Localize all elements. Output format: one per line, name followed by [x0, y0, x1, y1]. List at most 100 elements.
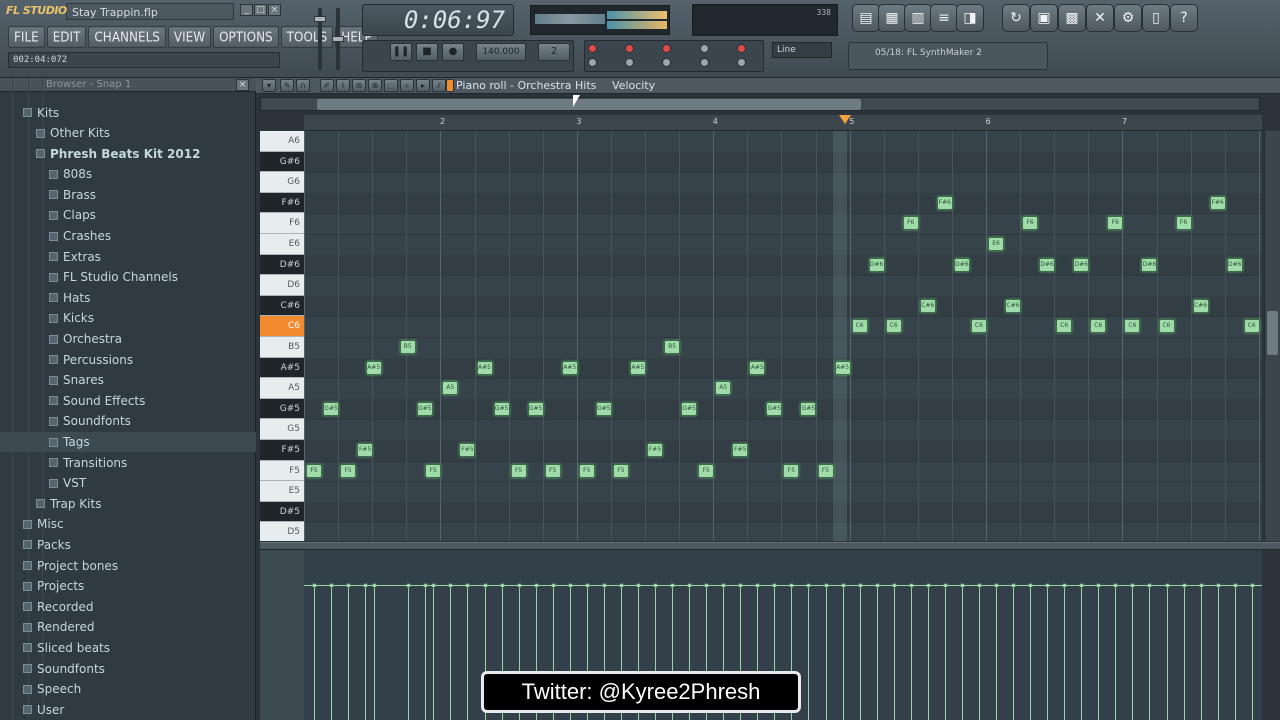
piano-key-fsharp5[interactable]: F#5: [260, 440, 304, 461]
time-ruler[interactable]: 234567: [304, 115, 1262, 131]
zoom-tool-icon[interactable]: ⌕: [400, 79, 414, 92]
velocity-bar[interactable]: [927, 586, 929, 720]
note-f5[interactable]: F5: [340, 463, 357, 478]
piano-key-g6[interactable]: G6: [260, 172, 304, 193]
tempo-display[interactable]: 140.000: [476, 43, 526, 61]
browser-item-vst[interactable]: VST: [0, 473, 256, 494]
note-c6[interactable]: C6: [1090, 319, 1107, 334]
browser-item-extras[interactable]: Extras: [0, 246, 256, 267]
note-c6[interactable]: C6: [1056, 319, 1073, 334]
menu-edit[interactable]: EDIT: [46, 26, 87, 48]
note-f5[interactable]: F5: [783, 463, 800, 478]
velocity-bar[interactable]: [1030, 586, 1032, 720]
maximize-button[interactable]: □: [254, 4, 267, 16]
piano-roll-arrow-icon[interactable]: [446, 79, 454, 92]
playlist-icon[interactable]: ▤: [852, 4, 880, 32]
option-led-4[interactable]: [625, 58, 634, 67]
note-c6[interactable]: C6: [885, 319, 902, 334]
browser-item-recorded[interactable]: Recorded: [0, 596, 256, 617]
browser-item-claps[interactable]: Claps: [0, 205, 256, 226]
note-asharp5[interactable]: A#5: [834, 360, 851, 375]
velocity-bar[interactable]: [978, 586, 980, 720]
browser-item-kits[interactable]: Kits: [0, 102, 256, 123]
piano-key-e6[interactable]: E6: [260, 234, 304, 255]
note-asharp5[interactable]: A#5: [629, 360, 646, 375]
velocity-bar[interactable]: [348, 586, 350, 720]
note-fsharp5[interactable]: F#5: [647, 443, 663, 457]
note-gsharp5[interactable]: G#5: [766, 401, 783, 416]
note-asharp5[interactable]: A#5: [365, 360, 382, 375]
velocity-bar[interactable]: [842, 586, 844, 720]
note-fsharp6[interactable]: F#6: [936, 195, 953, 210]
note-a5[interactable]: A5: [442, 381, 459, 396]
menu-channels[interactable]: CHANNELS: [88, 26, 166, 48]
note-f6[interactable]: F6: [1022, 216, 1039, 231]
menu-options[interactable]: OPTIONS: [213, 26, 279, 48]
velocity-bar[interactable]: [1098, 586, 1100, 720]
browser-item-percussions[interactable]: Percussions: [0, 349, 256, 370]
note-dsharp6[interactable]: D#6: [1226, 257, 1243, 272]
note-fsharp6[interactable]: F#6: [1209, 195, 1226, 210]
velocity-bar[interactable]: [365, 586, 367, 720]
note-f6[interactable]: F6: [902, 216, 919, 231]
velocity-bar[interactable]: [859, 586, 861, 720]
note-gsharp5[interactable]: G#5: [323, 401, 340, 416]
playback-tool-icon[interactable]: ▸: [416, 79, 430, 92]
tools-icon[interactable]: ✕: [1086, 4, 1114, 32]
option-led-7[interactable]: [700, 44, 709, 53]
note-e6[interactable]: E6: [988, 237, 1004, 251]
snap-selector[interactable]: Line: [772, 42, 832, 58]
browser-item-user[interactable]: User: [0, 699, 256, 720]
velocity-bar[interactable]: [1132, 586, 1134, 720]
magnet-icon[interactable]: ∩: [296, 79, 310, 92]
note-dsharp6[interactable]: D#6: [953, 257, 970, 272]
velocity-bar[interactable]: [424, 586, 426, 720]
pencil-tool-icon[interactable]: ✐: [320, 79, 334, 92]
note-c6[interactable]: C6: [851, 319, 868, 334]
note-gsharp5[interactable]: G#5: [527, 401, 544, 416]
vertical-scroll-thumb[interactable]: [1267, 311, 1278, 355]
piano-key-gsharp6[interactable]: G#6: [260, 151, 304, 173]
option-led-8[interactable]: [700, 58, 709, 67]
browser-item-crashes[interactable]: Crashes: [0, 226, 256, 247]
pattern-selector[interactable]: 2: [538, 43, 570, 61]
stop-button[interactable]: ■: [416, 43, 438, 61]
piano-key-d6[interactable]: D6: [260, 275, 304, 296]
velocity-bar[interactable]: [876, 586, 878, 720]
note-asharp5[interactable]: A#5: [749, 360, 766, 375]
velocity-bar[interactable]: [961, 586, 963, 720]
master-pitch-knob[interactable]: [332, 36, 344, 42]
save-icon[interactable]: ▣: [1030, 4, 1058, 32]
note-asharp5[interactable]: A#5: [476, 360, 493, 375]
browser-item-kicks[interactable]: Kicks: [0, 308, 256, 329]
channel-selector[interactable]: 05/18: FL SynthMaker 2: [848, 42, 1048, 70]
browser-item-soundfonts[interactable]: Soundfonts: [0, 411, 256, 432]
brush-tool-icon[interactable]: ⌇: [336, 79, 350, 92]
note-csharp6[interactable]: C#6: [1192, 298, 1209, 313]
velocity-bar[interactable]: [331, 586, 333, 720]
piano-key-a6[interactable]: A6: [260, 131, 304, 152]
velocity-bar[interactable]: [1081, 586, 1083, 720]
piano-key-a5[interactable]: A5: [260, 378, 304, 399]
horizontal-scrollbar[interactable]: [260, 97, 1260, 111]
note-fsharp5[interactable]: F#5: [459, 443, 476, 457]
note-csharp6[interactable]: C#6: [1005, 298, 1022, 313]
velocity-bar[interactable]: [407, 586, 409, 720]
velocity-bar[interactable]: [944, 586, 946, 720]
piano-key-dsharp5[interactable]: D#5: [260, 501, 304, 523]
page-icon[interactable]: ▯: [1142, 4, 1170, 32]
mixer-icon[interactable]: ◨: [956, 4, 984, 32]
select-tool-icon[interactable]: ⬚: [384, 79, 398, 92]
note-gsharp5[interactable]: G#5: [681, 401, 698, 416]
note-c6[interactable]: C6: [1243, 319, 1260, 334]
note-a5[interactable]: A5: [715, 381, 732, 396]
browser-item-rendered[interactable]: Rendered: [0, 617, 256, 638]
piano-key-csharp6[interactable]: C#6: [260, 295, 304, 317]
browser-item-soundfonts[interactable]: Soundfonts: [0, 658, 256, 679]
option-led-3[interactable]: [625, 44, 634, 53]
note-dsharp6[interactable]: D#6: [1073, 257, 1090, 272]
note-f6[interactable]: F6: [1107, 216, 1124, 231]
velocity-bar[interactable]: [1200, 586, 1202, 720]
option-led-1[interactable]: [588, 44, 597, 53]
piano-key-c6[interactable]: C6: [260, 316, 304, 337]
